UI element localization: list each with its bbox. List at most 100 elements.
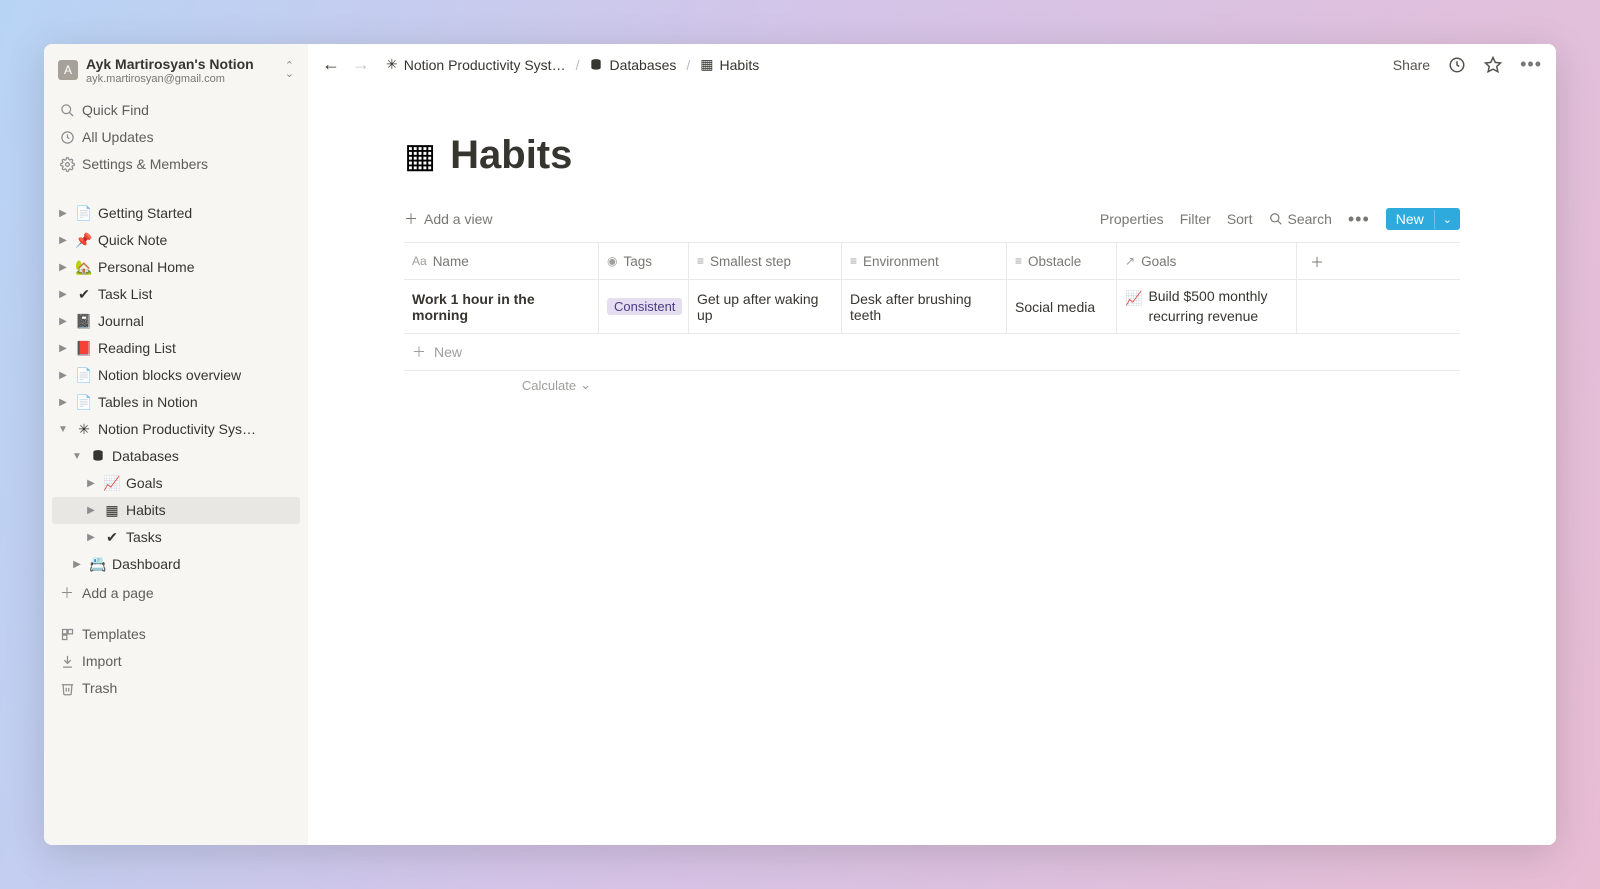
page-productivity-system[interactable]: ▼ ✳ Notion Productivity Sys…: [52, 416, 300, 443]
view-more-icon[interactable]: •••: [1348, 209, 1370, 230]
chevron-right-icon[interactable]: ▶: [52, 208, 74, 219]
page-label: Tables in Notion: [98, 394, 198, 410]
quick-find[interactable]: Quick Find: [52, 97, 300, 124]
chevron-right-icon[interactable]: ▶: [80, 478, 102, 489]
page-emoji-icon[interactable]: ▦: [404, 139, 436, 173]
chevron-right-icon[interactable]: ▶: [52, 262, 74, 273]
page-goals[interactable]: ▶ 📈 Goals: [52, 470, 300, 497]
chevron-right-icon[interactable]: ▶: [52, 289, 74, 300]
updown-chevron-icon: ⌃⌄: [285, 62, 294, 78]
breadcrumb-productivity[interactable]: ✳ Notion Productivity Syst…: [382, 54, 570, 75]
column-header-tags[interactable]: ◉ Tags: [599, 243, 689, 279]
workspace-title: Ayk Martirosyan's Notion: [86, 56, 254, 73]
settings-label: Settings & Members: [82, 156, 208, 172]
page-reading-list[interactable]: ▶ 📕 Reading List: [52, 335, 300, 362]
updates-icon[interactable]: [1448, 56, 1466, 74]
more-menu-icon[interactable]: •••: [1520, 54, 1542, 75]
chevron-right-icon[interactable]: ▶: [80, 505, 102, 516]
cell-tags[interactable]: Consistent: [599, 280, 689, 333]
page-personal-home[interactable]: ▶ 🏡 Personal Home: [52, 254, 300, 281]
cell-environment[interactable]: Desk after brushing teeth: [842, 280, 1007, 333]
sparkle-icon: ✳: [386, 56, 398, 73]
page-journal[interactable]: ▶ 📓 Journal: [52, 308, 300, 335]
cell-obstacle[interactable]: Social media: [1007, 280, 1117, 333]
trash[interactable]: Trash: [52, 675, 300, 702]
favorite-icon[interactable]: [1484, 56, 1502, 74]
chevron-right-icon[interactable]: ▶: [66, 559, 88, 570]
chevron-down-icon[interactable]: ⌄: [1434, 210, 1460, 229]
relation-prop-icon: ↗: [1125, 254, 1135, 268]
chevron-down-icon[interactable]: ▼: [66, 451, 88, 462]
column-header-smallest-step[interactable]: ≡ Smallest step: [689, 243, 842, 279]
breadcrumb: ✳ Notion Productivity Syst… / Databases …: [382, 54, 763, 75]
all-updates-label: All Updates: [82, 129, 154, 145]
database-table: Aa Name ◉ Tags ≡ Smallest step ≡ Environ…: [404, 242, 1460, 399]
cell-text: Get up after waking up: [697, 291, 833, 323]
nav-forward[interactable]: →: [352, 54, 370, 75]
page-tables-in-notion[interactable]: ▶ 📄 Tables in Notion: [52, 389, 300, 416]
all-updates[interactable]: All Updates: [52, 124, 300, 151]
plus-icon: ＋: [58, 583, 76, 603]
chevron-right-icon[interactable]: ▶: [52, 316, 74, 327]
add-column-button[interactable]: ＋: [1297, 243, 1337, 279]
row-empty-tail: [1297, 280, 1337, 333]
column-label: Smallest step: [710, 254, 791, 269]
new-button[interactable]: New ⌄: [1386, 208, 1460, 230]
gear-icon: [58, 157, 76, 172]
settings-members[interactable]: Settings & Members: [52, 151, 300, 178]
add-row-button[interactable]: ＋ New: [404, 334, 1460, 371]
topbar: ← → ✳ Notion Productivity Syst… / Databa…: [308, 44, 1556, 85]
pin-icon: 📌: [74, 232, 94, 249]
workspace-switcher[interactable]: A Ayk Martirosyan's Notion ayk.martirosy…: [44, 52, 308, 95]
new-button-label: New: [1386, 208, 1434, 230]
table-header-row: Aa Name ◉ Tags ≡ Smallest step ≡ Environ…: [404, 243, 1460, 280]
properties-button[interactable]: Properties: [1100, 211, 1164, 227]
breadcrumb-habits[interactable]: ▦ Habits: [696, 54, 763, 75]
page-quick-note[interactable]: ▶ 📌 Quick Note: [52, 227, 300, 254]
column-header-goals[interactable]: ↗ Goals: [1117, 243, 1297, 279]
page-databases[interactable]: ▼ Databases: [52, 443, 300, 470]
column-header-obstacle[interactable]: ≡ Obstacle: [1007, 243, 1117, 279]
sort-button[interactable]: Sort: [1227, 211, 1253, 227]
chevron-right-icon[interactable]: ▶: [80, 532, 102, 543]
search-button[interactable]: Search: [1269, 211, 1332, 227]
column-label: Tags: [623, 254, 652, 269]
page-tasks[interactable]: ▶ ✔ Tasks: [52, 524, 300, 551]
page-habits[interactable]: ▶ ▦ Habits: [52, 497, 300, 524]
page-dashboard[interactable]: ▶ 📇 Dashboard: [52, 551, 300, 578]
breadcrumb-label: Notion Productivity Syst…: [404, 57, 566, 73]
chevron-down-icon[interactable]: ▼: [52, 424, 74, 435]
cell-goals[interactable]: 📈 Build $500 monthly recurring revenue: [1117, 280, 1297, 333]
select-prop-icon: ◉: [607, 254, 617, 268]
page-icon: 📄: [74, 205, 94, 222]
add-view-button[interactable]: ＋ Add a view: [404, 209, 492, 229]
templates[interactable]: Templates: [52, 621, 300, 648]
tag-pill: Consistent: [607, 298, 682, 315]
nav-back[interactable]: ←: [322, 54, 340, 75]
page-title[interactable]: Habits: [450, 133, 572, 178]
page-notion-blocks[interactable]: ▶ 📄 Notion blocks overview: [52, 362, 300, 389]
chevron-right-icon[interactable]: ▶: [52, 370, 74, 381]
templates-icon: [58, 627, 76, 642]
share-button[interactable]: Share: [1393, 57, 1430, 73]
page-getting-started[interactable]: ▶ 📄 Getting Started: [52, 200, 300, 227]
filter-button[interactable]: Filter: [1180, 211, 1211, 227]
add-view-label: Add a view: [424, 211, 492, 227]
chevron-right-icon[interactable]: ▶: [52, 397, 74, 408]
column-label: Environment: [863, 254, 939, 269]
breadcrumb-databases[interactable]: Databases: [585, 55, 680, 75]
cell-name[interactable]: Work 1 hour in the morning: [404, 280, 599, 333]
chevron-right-icon[interactable]: ▶: [52, 343, 74, 354]
column-header-name[interactable]: Aa Name: [404, 243, 599, 279]
cell-text: Desk after brushing teeth: [850, 291, 998, 323]
table-row[interactable]: Work 1 hour in the morning Consistent Ge…: [404, 280, 1460, 334]
page-task-list[interactable]: ▶ ✔ Task List: [52, 281, 300, 308]
cell-name-text: Work 1 hour in the morning: [412, 291, 590, 323]
calculate-button[interactable]: Calculate ⌄: [404, 371, 599, 399]
chevron-right-icon[interactable]: ▶: [52, 235, 74, 246]
add-page[interactable]: ＋ Add a page: [52, 580, 300, 607]
cell-smallest-step[interactable]: Get up after waking up: [689, 280, 842, 333]
column-header-environment[interactable]: ≡ Environment: [842, 243, 1007, 279]
text-prop-icon: ≡: [850, 254, 857, 268]
import[interactable]: Import: [52, 648, 300, 675]
